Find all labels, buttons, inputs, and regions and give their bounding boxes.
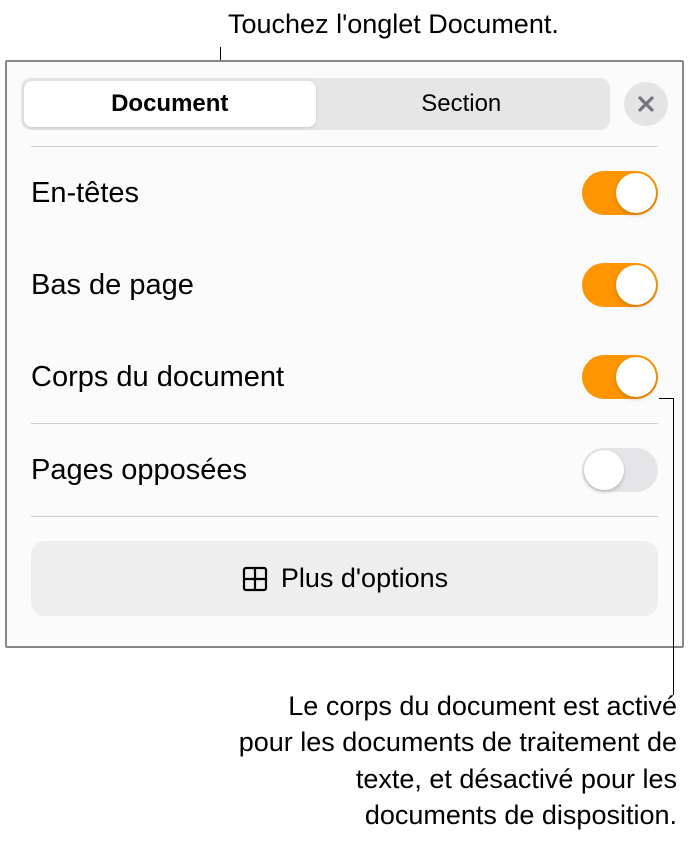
grid-icon	[241, 565, 269, 593]
toggle-knob	[584, 450, 624, 490]
toggle-facing-pages[interactable]	[582, 448, 658, 492]
more-options-label: Plus d'options	[281, 563, 448, 594]
toggle-knob	[616, 265, 656, 305]
toggle-knob	[616, 357, 656, 397]
tab-document[interactable]: Document	[24, 81, 316, 127]
toggle-knob	[616, 173, 656, 213]
label-headers: En-têtes	[31, 177, 139, 210]
row-body: Corps du document	[7, 331, 682, 423]
more-options-button[interactable]: Plus d'options	[31, 541, 658, 616]
toggle-body[interactable]	[582, 355, 658, 399]
row-footers: Bas de page	[7, 239, 682, 331]
segmented-control: Document Section	[21, 78, 610, 130]
tab-bar: Document Section	[7, 62, 682, 146]
label-facing: Pages opposées	[31, 454, 247, 487]
callout-right-hline	[659, 398, 673, 399]
tab-section[interactable]: Section	[316, 81, 608, 127]
label-body: Corps du document	[31, 361, 284, 394]
close-icon	[636, 94, 656, 114]
callout-bottom-text: Le corps du document est activé pour les…	[232, 688, 677, 834]
divider	[31, 516, 658, 517]
toggle-headers[interactable]	[582, 171, 658, 215]
row-facing-pages: Pages opposées	[7, 424, 682, 516]
document-panel: Document Section En-têtes Bas de page Co…	[5, 60, 684, 648]
label-footers: Bas de page	[31, 269, 194, 302]
toggle-footers[interactable]	[582, 263, 658, 307]
row-headers: En-têtes	[7, 147, 682, 239]
callout-top-text: Touchez l'onglet Document.	[228, 9, 559, 40]
callout-right-line	[673, 398, 674, 695]
close-button[interactable]	[624, 82, 668, 126]
